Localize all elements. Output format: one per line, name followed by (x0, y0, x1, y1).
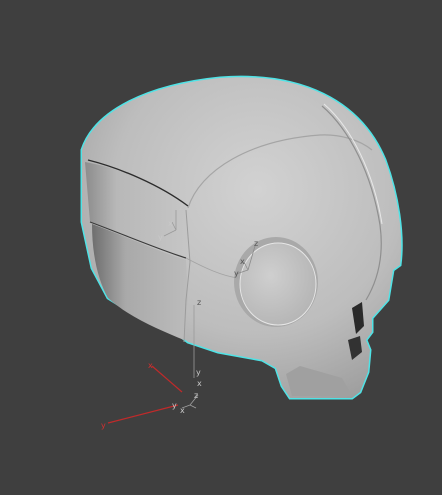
gizmo-3-y-label: y (196, 368, 201, 377)
world-axis-y-line (107, 404, 179, 424)
gizmo-3-x-label: x (197, 379, 202, 388)
world-axis-x-label: x (148, 361, 153, 370)
viewport-scene[interactable]: x y z y x z y x z y x z y x (0, 0, 442, 495)
gizmo-4-y-label: y (172, 401, 177, 410)
gizmo-2-z-label: z (254, 239, 258, 248)
gizmo-2-x-label: x (240, 257, 245, 266)
gizmo-2-y-label: y (234, 269, 239, 278)
world-axis-x-line (151, 365, 183, 393)
gizmo-1-y-label: y (158, 233, 163, 242)
world-axis-tripod: x y (101, 361, 183, 430)
gizmo-1-x-label: x (168, 219, 173, 228)
gizmo-4-z-label: z (194, 391, 198, 400)
helmet-model[interactable] (80, 75, 403, 400)
pivot-gizmo-4[interactable]: z y x (172, 391, 199, 415)
3d-viewport[interactable]: x y z y x z y x z y x z y x (0, 0, 442, 495)
gizmo-1-z-label: z (179, 203, 183, 212)
world-axis-y-label: y (101, 421, 106, 430)
gizmo-4-x-label: x (180, 406, 185, 415)
gizmo-3-z-label: z (197, 298, 201, 307)
